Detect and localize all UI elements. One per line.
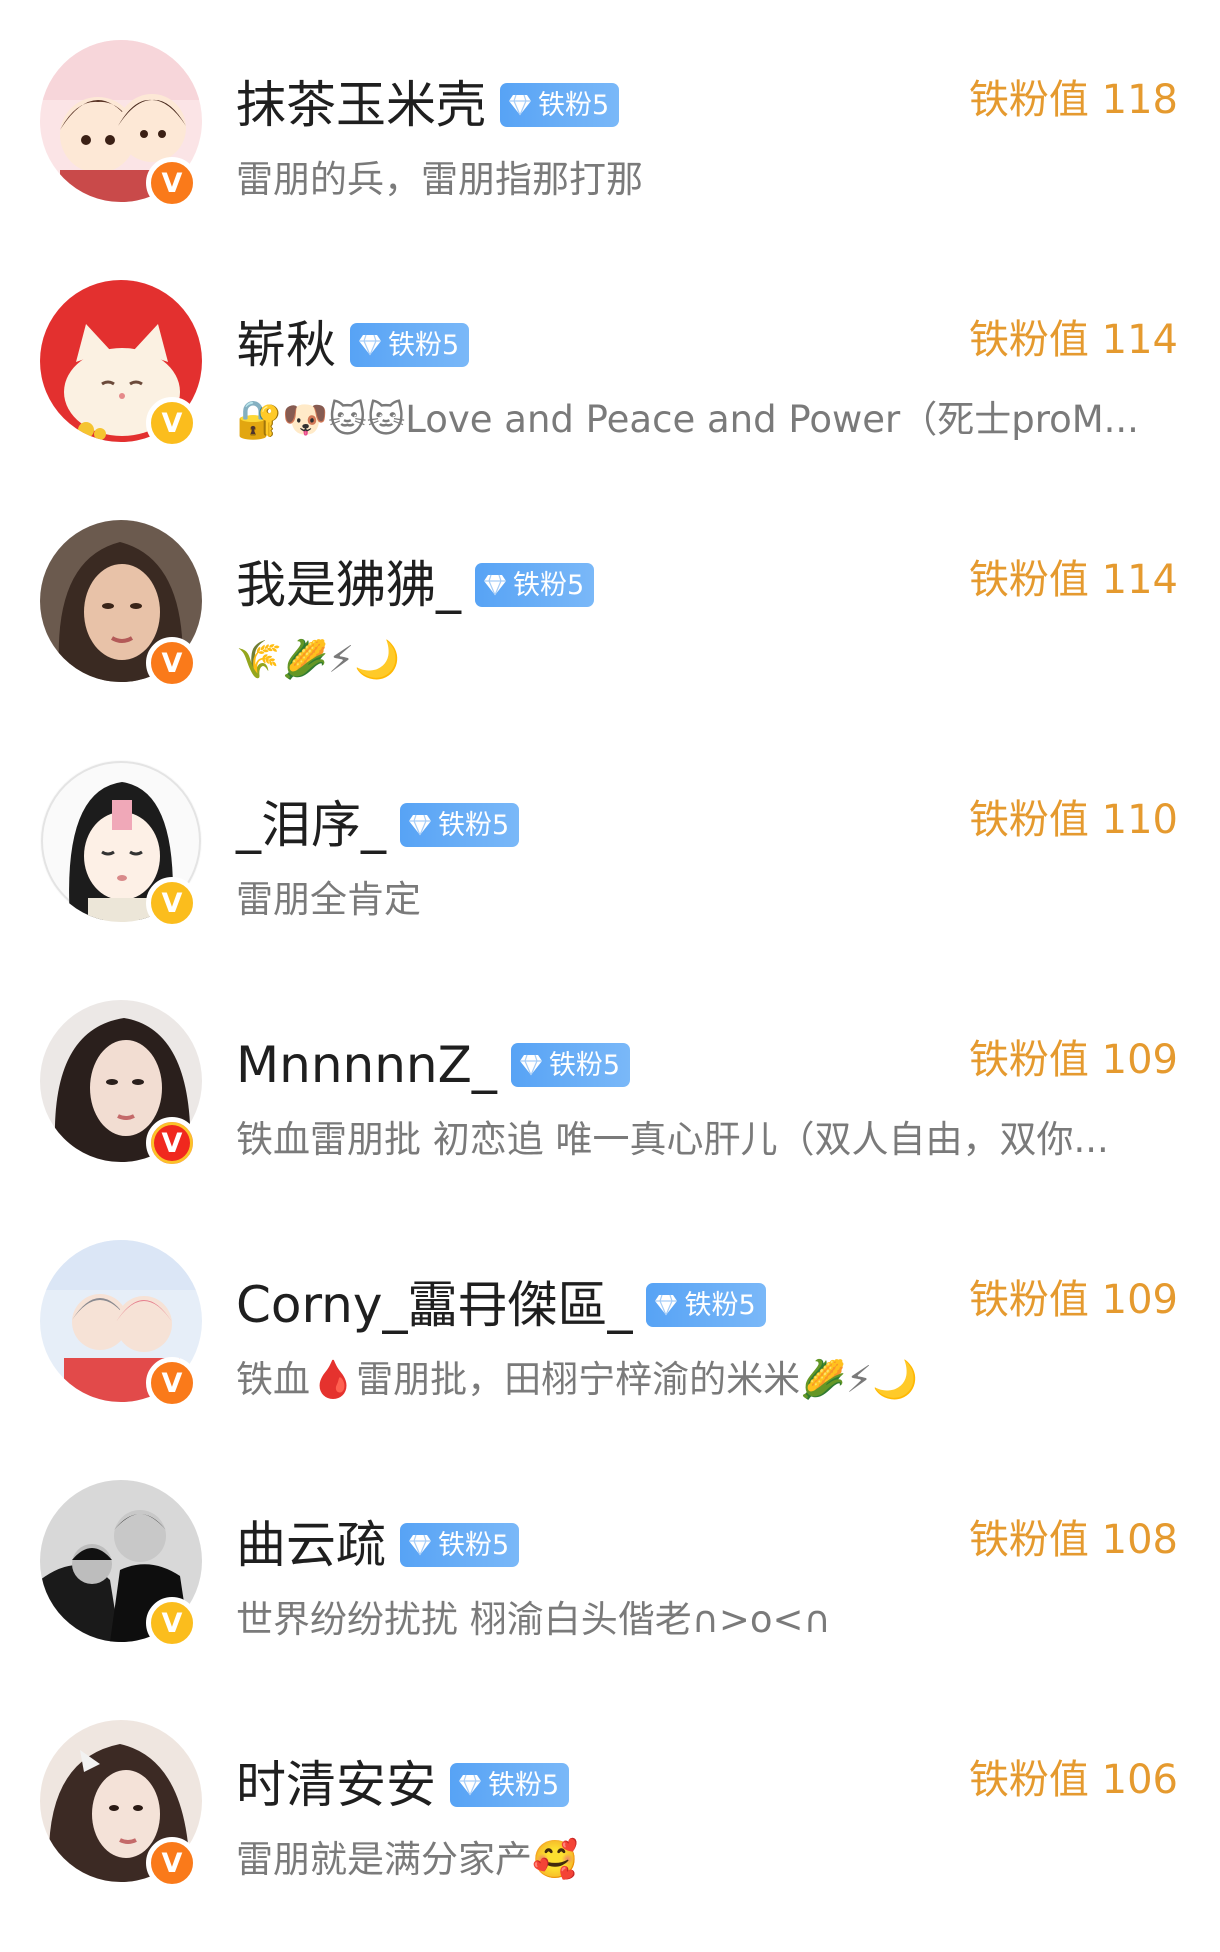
fan-value: 铁粉值 114 bbox=[968, 557, 1178, 603]
list-item[interactable]: V 曲云疏 铁粉5 铁粉值 108 世界纷纷扰扰 栩渝白头偕老∩>o<∩ bbox=[0, 1472, 1220, 1712]
user-name[interactable]: _泪序_ bbox=[236, 800, 386, 850]
fan-level-badge: 铁粉5 bbox=[510, 1043, 631, 1087]
user-name[interactable]: 崭秋 bbox=[236, 320, 336, 370]
list-item[interactable]: V _泪序_ 铁粉5 铁粉值 110 雷朋全肯定 bbox=[0, 752, 1220, 992]
verified-icon: V bbox=[146, 877, 198, 929]
fan-badge-label: 铁粉5 bbox=[388, 329, 460, 361]
fan-value: 铁粉值 106 bbox=[968, 1757, 1178, 1803]
fan-value: 铁粉值 110 bbox=[968, 797, 1178, 843]
fan-badge-label: 铁粉5 bbox=[684, 1289, 756, 1321]
user-description: 🌾🌽⚡🌙 bbox=[236, 638, 401, 681]
fan-level-badge: 铁粉5 bbox=[400, 803, 520, 847]
verified-icon: V bbox=[146, 1357, 198, 1409]
fan-value: 铁粉值 109 bbox=[968, 1037, 1178, 1083]
diamond-icon bbox=[655, 1294, 678, 1316]
user-description: 雷朋全肯定 bbox=[236, 878, 421, 921]
user-name[interactable]: 抹茶玉米壳 bbox=[236, 80, 486, 130]
fan-value: 铁粉值 109 bbox=[968, 1277, 1178, 1323]
user-description: 铁血🩸雷朋批，田栩宁梓渝的米米🌽⚡🌙 bbox=[236, 1358, 919, 1401]
verified-icon: V bbox=[146, 1837, 198, 1889]
verified-icon: V bbox=[146, 1117, 198, 1169]
fan-badge-label: 铁粉5 bbox=[538, 89, 610, 121]
list-item[interactable]: V 崭秋 铁粉5 铁粉值 114 🔐🐶🐱🐱Love and Peace and … bbox=[0, 272, 1220, 512]
diamond-icon bbox=[509, 94, 531, 116]
user-name[interactable]: 时清安安 bbox=[236, 1760, 436, 1810]
user-description: 🔐🐶🐱🐱Love and Peace and Power（死士proM... bbox=[236, 398, 1139, 441]
fan-level-badge: 铁粉5 bbox=[350, 323, 470, 367]
list-item[interactable]: V 我是狒狒_ 铁粉5 铁粉值 114 🌾🌽⚡🌙 bbox=[0, 512, 1220, 752]
fan-value: 铁粉值 114 bbox=[968, 317, 1178, 363]
fan-list: V 抹茶玉米壳 铁粉5 铁粉值 118 雷朋的兵，雷朋指那打那 V 崭秋 铁粉5… bbox=[0, 0, 1220, 1919]
diamond-icon bbox=[519, 1054, 542, 1076]
fan-level-badge: 铁粉5 bbox=[400, 1523, 520, 1567]
list-item[interactable]: V 抹茶玉米壳 铁粉5 铁粉值 118 雷朋的兵，雷朋指那打那 bbox=[0, 32, 1220, 272]
list-item[interactable]: V MnnnnnZ_ 铁粉5 铁粉值 109 铁血雷朋批 初恋追 唯一真心肝儿（… bbox=[0, 992, 1220, 1232]
diamond-icon bbox=[459, 1774, 481, 1796]
fan-badge-label: 铁粉5 bbox=[513, 569, 585, 601]
list-item[interactable]: V Corny_靁冄傑區_ 铁粉5 铁粉值 109 铁血🩸雷朋批，田栩宁梓渝的米… bbox=[0, 1232, 1220, 1472]
user-name[interactable]: MnnnnnZ_ bbox=[236, 1040, 497, 1090]
verified-icon: V bbox=[146, 1597, 198, 1649]
fan-level-badge: 铁粉5 bbox=[450, 1763, 570, 1807]
fan-badge-label: 铁粉5 bbox=[488, 1769, 560, 1801]
verified-icon: V bbox=[146, 637, 198, 689]
fan-value: 铁粉值 118 bbox=[968, 77, 1178, 123]
fan-value: 铁粉值 108 bbox=[968, 1517, 1178, 1563]
fan-level-badge: 铁粉5 bbox=[500, 83, 620, 127]
user-description: 世界纷纷扰扰 栩渝白头偕老∩>o<∩ bbox=[236, 1598, 831, 1641]
user-name[interactable]: Corny_靁冄傑區_ bbox=[236, 1280, 632, 1330]
diamond-icon bbox=[359, 334, 381, 356]
fan-badge-label: 铁粉5 bbox=[438, 1529, 510, 1561]
verified-icon: V bbox=[146, 397, 198, 449]
diamond-icon bbox=[409, 1534, 431, 1556]
fan-level-badge: 铁粉5 bbox=[646, 1283, 766, 1327]
fan-badge-label: 铁粉5 bbox=[438, 809, 510, 841]
diamond-icon bbox=[409, 814, 431, 836]
diamond-icon bbox=[484, 574, 506, 596]
verified-icon: V bbox=[146, 157, 198, 209]
user-description: 雷朋的兵，雷朋指那打那 bbox=[236, 158, 643, 201]
user-name[interactable]: 曲云疏 bbox=[236, 1520, 386, 1570]
list-item[interactable]: V 时清安安 铁粉5 铁粉值 106 雷朋就是满分家产🥰 bbox=[0, 1712, 1220, 1952]
fan-badge-label: 铁粉5 bbox=[548, 1049, 621, 1081]
fan-level-badge: 铁粉5 bbox=[475, 563, 595, 607]
user-description: 铁血雷朋批 初恋追 唯一真心肝儿（双人自由，双你... bbox=[236, 1118, 1109, 1161]
user-description: 雷朋就是满分家产🥰 bbox=[236, 1838, 579, 1881]
user-name[interactable]: 我是狒狒_ bbox=[236, 560, 461, 610]
